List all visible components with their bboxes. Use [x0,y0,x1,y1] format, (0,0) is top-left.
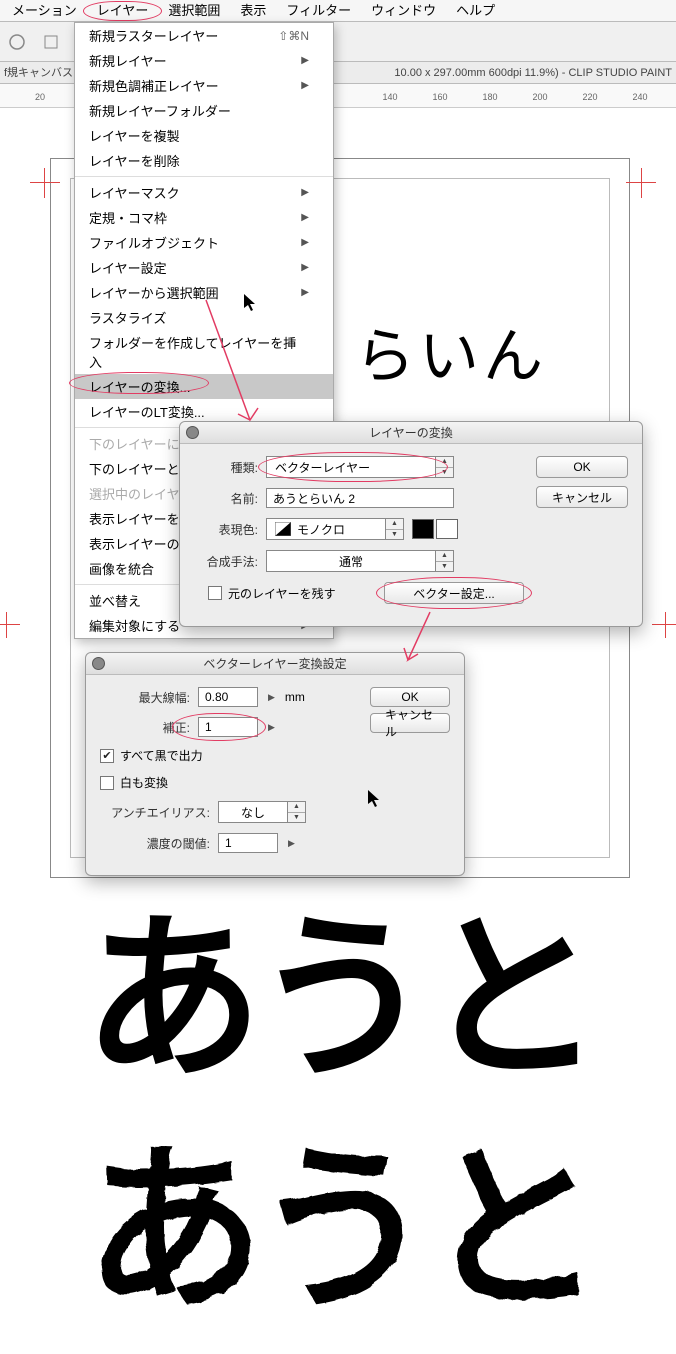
dialog-title: レイヤーの変換 [369,424,453,441]
label-antialias: アンチエイリアス: [100,804,210,821]
button-ok[interactable]: OK [536,456,628,478]
button-cancel[interactable]: キャンセル [536,486,628,508]
menu-window[interactable]: ウィンドウ [361,0,446,22]
ruler-tick: 140 [382,92,397,102]
button-vector-settings[interactable]: ベクター設定... [384,582,524,604]
stepper-antialias[interactable]: ▲▼ [288,801,306,823]
mi-rasterize[interactable]: ラスタライズ [75,305,333,330]
menu-filter[interactable]: フィルター [276,0,361,22]
select-type[interactable]: ベクターレイヤー [266,456,436,478]
button-ok[interactable]: OK [370,687,450,707]
stepper-blend[interactable]: ▲▼ [436,550,454,572]
ruler-tick: 200 [532,92,547,102]
input-name[interactable]: あうとらいん 2 [266,488,454,508]
dialog-convert-layer: レイヤーの変換 種類: ベクターレイヤー ▲▼ 名前: あうとらいん 2 表 [179,421,643,627]
menu-view[interactable]: 表示 [230,0,276,22]
label-blend: 合成手法: [194,553,258,570]
menu-selection[interactable]: 選択範囲 [158,0,230,22]
tool-icon-1[interactable] [2,27,32,57]
select-blend[interactable]: 通常 [266,550,436,572]
app-menubar: メーション レイヤー 選択範囲 表示 フィルター ウィンドウ ヘルプ [0,0,676,22]
dialog-vector-settings: ベクターレイヤー変換設定 最大線幅: 0.80 ▶ mm 補正: 1 ▶ [85,652,465,876]
label-convert-white: 白も変換 [120,774,168,791]
ruler-tick: 220 [582,92,597,102]
input-max-width[interactable]: 0.80 [198,687,258,707]
ruler-tick: 240 [632,92,647,102]
input-correction[interactable]: 1 [198,717,258,737]
slider-arrow-icon[interactable]: ▶ [268,722,275,733]
label-all-black: すべて黒で出力 [120,747,203,764]
doc-title-left: f規キャンバス [4,67,73,79]
mi-convert-layer[interactable]: レイヤーの変換... [75,374,333,399]
button-cancel[interactable]: キャンセル [370,713,450,733]
label-threshold: 濃度の閾値: [100,835,210,852]
close-icon[interactable] [92,657,105,670]
label-max-width: 最大線幅: [100,689,190,706]
mi-layer-settings[interactable]: レイヤー設定▶ [75,255,333,280]
menu-animation[interactable]: メーション [2,0,87,22]
label-type: 種類: [194,459,258,476]
menu-help[interactable]: ヘルプ [446,0,505,22]
select-color[interactable]: モノクロ [266,518,386,540]
sample-text-rough: あうと [0,1140,676,1320]
mi-duplicate-layer[interactable]: レイヤーを複製 [75,123,333,148]
stepper-color[interactable]: ▲▼ [386,518,404,540]
select-antialias[interactable]: なし [218,801,288,823]
mi-ruler-frame[interactable]: 定規・コマ枠▶ [75,205,333,230]
swatch-black[interactable] [412,519,434,539]
label-name: 名前: [194,490,258,507]
slider-arrow-icon[interactable]: ▶ [288,838,295,849]
menu-layer[interactable]: レイヤー [87,0,159,22]
label-keep-original: 元のレイヤーを残す [228,585,336,602]
dialog-titlebar: ベクターレイヤー変換設定 [86,653,464,675]
label-unit: mm [285,690,305,704]
mi-new-layer[interactable]: 新規レイヤー▶ [75,48,333,73]
canvas-sample-text: らいん [355,308,547,395]
label-correction: 補正: [100,719,190,736]
mi-create-folder-insert[interactable]: フォルダーを作成してレイヤーを挿入 [75,330,333,374]
mi-delete-layer[interactable]: レイヤーを削除 [75,148,333,173]
ruler-tick: 20 [35,92,45,102]
checkbox-all-black[interactable]: ✔ [100,749,114,763]
mi-layer-mask[interactable]: レイヤーマスク▶ [75,180,333,205]
ruler-tick: 160 [432,92,447,102]
dialog-titlebar: レイヤーの変換 [180,422,642,444]
ruler-tick: 180 [482,92,497,102]
mi-new-layer-folder[interactable]: 新規レイヤーフォルダー [75,98,333,123]
mi-selection-from-layer[interactable]: レイヤーから選択範囲▶ [75,280,333,305]
checkbox-keep-original[interactable] [208,586,222,600]
tool-icon-2[interactable] [36,27,66,57]
checkbox-convert-white[interactable] [100,776,114,790]
mi-new-correction-layer[interactable]: 新規色調補正レイヤー▶ [75,73,333,98]
input-threshold[interactable]: 1 [218,833,278,853]
slider-arrow-icon[interactable]: ▶ [268,692,275,703]
close-icon[interactable] [186,426,199,439]
doc-title-right: 10.00 x 297.00mm 600dpi 11.9%) - CLIP ST… [394,62,672,84]
label-color: 表現色: [194,521,258,538]
dialog-title: ベクターレイヤー変換設定 [203,655,346,672]
stepper-type[interactable]: ▲▼ [436,456,454,478]
mi-new-raster-layer[interactable]: 新規ラスターレイヤー⇧⌘N [75,23,333,48]
sample-text-smooth: あうと [0,910,676,1090]
swatch-white[interactable] [436,519,458,539]
mi-file-object[interactable]: ファイルオブジェクト▶ [75,230,333,255]
